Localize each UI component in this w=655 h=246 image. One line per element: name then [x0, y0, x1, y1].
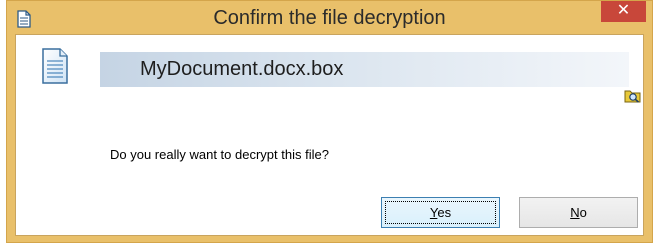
file-name: MyDocument.docx.box	[140, 58, 344, 80]
folder-search-icon[interactable]	[624, 88, 642, 103]
yes-button-label: Yes	[429, 205, 452, 220]
document-icon	[42, 48, 68, 84]
close-button[interactable]: ✕	[601, 1, 646, 22]
yes-button[interactable]: Yes	[381, 197, 500, 228]
no-button-label: No	[570, 205, 587, 220]
title-bar[interactable]: Confirm the file decryption ✕	[7, 1, 652, 34]
window-title: Confirm the file decryption	[213, 7, 446, 29]
confirmation-message: Do you really want to decrypt this file?	[110, 147, 329, 162]
close-icon: ✕	[616, 2, 631, 19]
no-button[interactable]: No	[519, 197, 638, 228]
